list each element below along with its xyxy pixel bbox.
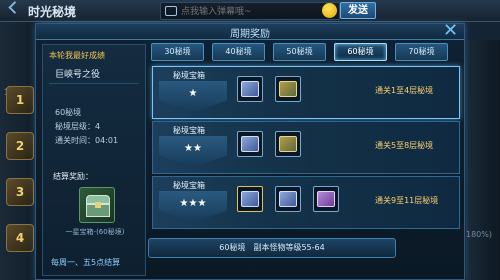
blue-chest-icon — [279, 191, 297, 207]
row-label: 秘境宝箱 — [173, 181, 205, 190]
tab-40-realm[interactable]: 40秘境 — [212, 43, 265, 61]
chat-bar — [160, 2, 340, 20]
divider — [49, 83, 139, 84]
background-text: 180%) — [466, 230, 492, 239]
star-rating: ★★ — [159, 136, 227, 168]
page-title: 时光秘境 — [28, 5, 77, 19]
tab-30-realm[interactable]: 30秘境 — [151, 43, 204, 61]
chat-bubble-icon — [165, 6, 177, 16]
best-run-name: 巨峡号之役 — [55, 70, 101, 80]
floor-value: 4 — [95, 122, 101, 131]
blue-chest-icon — [241, 136, 259, 152]
row-requirement: 通关1至4层秘境 — [375, 86, 434, 95]
reward-row-1[interactable]: 秘境宝箱 ★ 通关1至4层秘境 — [152, 66, 460, 119]
item-slot[interactable] — [275, 186, 301, 212]
item-slot[interactable] — [237, 76, 263, 102]
emoji-icon[interactable] — [322, 3, 337, 18]
row-label: 秘境宝箱 — [173, 71, 205, 80]
item-slot[interactable] — [275, 76, 301, 102]
settlement-note: 每周一、五5点结算 — [51, 258, 121, 267]
send-button[interactable]: 发送 — [340, 2, 376, 19]
star-rating: ★ — [159, 81, 227, 113]
item-slot[interactable] — [237, 131, 263, 157]
time-value: 04:01 — [95, 136, 119, 145]
dialog-header: 周期奖励 ✕ — [36, 20, 464, 41]
reward-row-2[interactable]: 秘境宝箱 ★★ 通关5至8层秘境 — [152, 121, 460, 174]
floor-stat: 秘境层级：4 — [55, 121, 100, 132]
floor-label: 秘境层级： — [55, 122, 95, 131]
tab-70-realm[interactable]: 70秘境 — [395, 43, 448, 61]
row-requirement: 通关9至11层秘境 — [375, 196, 439, 205]
rank-badge-1: 1 — [6, 86, 34, 114]
reward-caption: 一星宝箱-(60秘境) — [65, 228, 125, 236]
purple-chest-icon — [317, 191, 335, 207]
blue-chest-icon — [241, 191, 259, 207]
item-slot[interactable] — [313, 186, 339, 212]
realm-tabs: 30秘境 40秘境 50秘境 60秘境 70秘境 — [151, 43, 461, 63]
chat-input[interactable] — [181, 5, 331, 18]
dialog-title: 周期奖励 — [230, 29, 270, 40]
time-label: 通关时间： — [55, 136, 95, 145]
blue-chest-icon — [241, 81, 259, 97]
best-run-heading: 本轮我最好成绩 — [49, 51, 105, 60]
rank-badge-4: 4 — [6, 224, 34, 252]
background-panel-right — [466, 40, 500, 280]
best-run-panel: 本轮我最好成绩 巨峡号之役 60秘境 秘境层级：4 通关时间：04:01 结算奖… — [42, 44, 146, 276]
reward-chest-icon[interactable] — [79, 187, 115, 223]
item-slot[interactable] — [237, 186, 263, 212]
item-slot[interactable] — [275, 131, 301, 157]
rank-badge-3: 3 — [6, 178, 34, 206]
tab-50-realm[interactable]: 50秘境 — [273, 43, 326, 61]
rank-badge-2: 2 — [6, 132, 34, 160]
row-requirement: 通关5至8层秘境 — [375, 141, 434, 150]
brown-chest-icon — [279, 81, 297, 97]
reward-label: 结算奖励： — [53, 172, 93, 181]
realm-info-bar: 60秘境 副本怪物等级55-64 — [148, 238, 396, 258]
back-arrow-icon[interactable] — [8, 1, 22, 14]
top-bar: 时光秘境 发送 — [0, 0, 500, 22]
reward-row-3[interactable]: 秘境宝箱 ★★★ 通关9至11层秘境 — [152, 176, 460, 229]
time-stat: 通关时间：04:01 — [55, 135, 118, 146]
tab-60-realm[interactable]: 60秘境 — [334, 43, 387, 61]
star-rating: ★★★ — [159, 191, 227, 223]
brown-chest-icon — [279, 136, 297, 152]
row-label: 秘境宝箱 — [173, 126, 205, 135]
realm-value: 60秘境 — [55, 108, 82, 117]
close-icon[interactable]: ✕ — [443, 20, 458, 41]
